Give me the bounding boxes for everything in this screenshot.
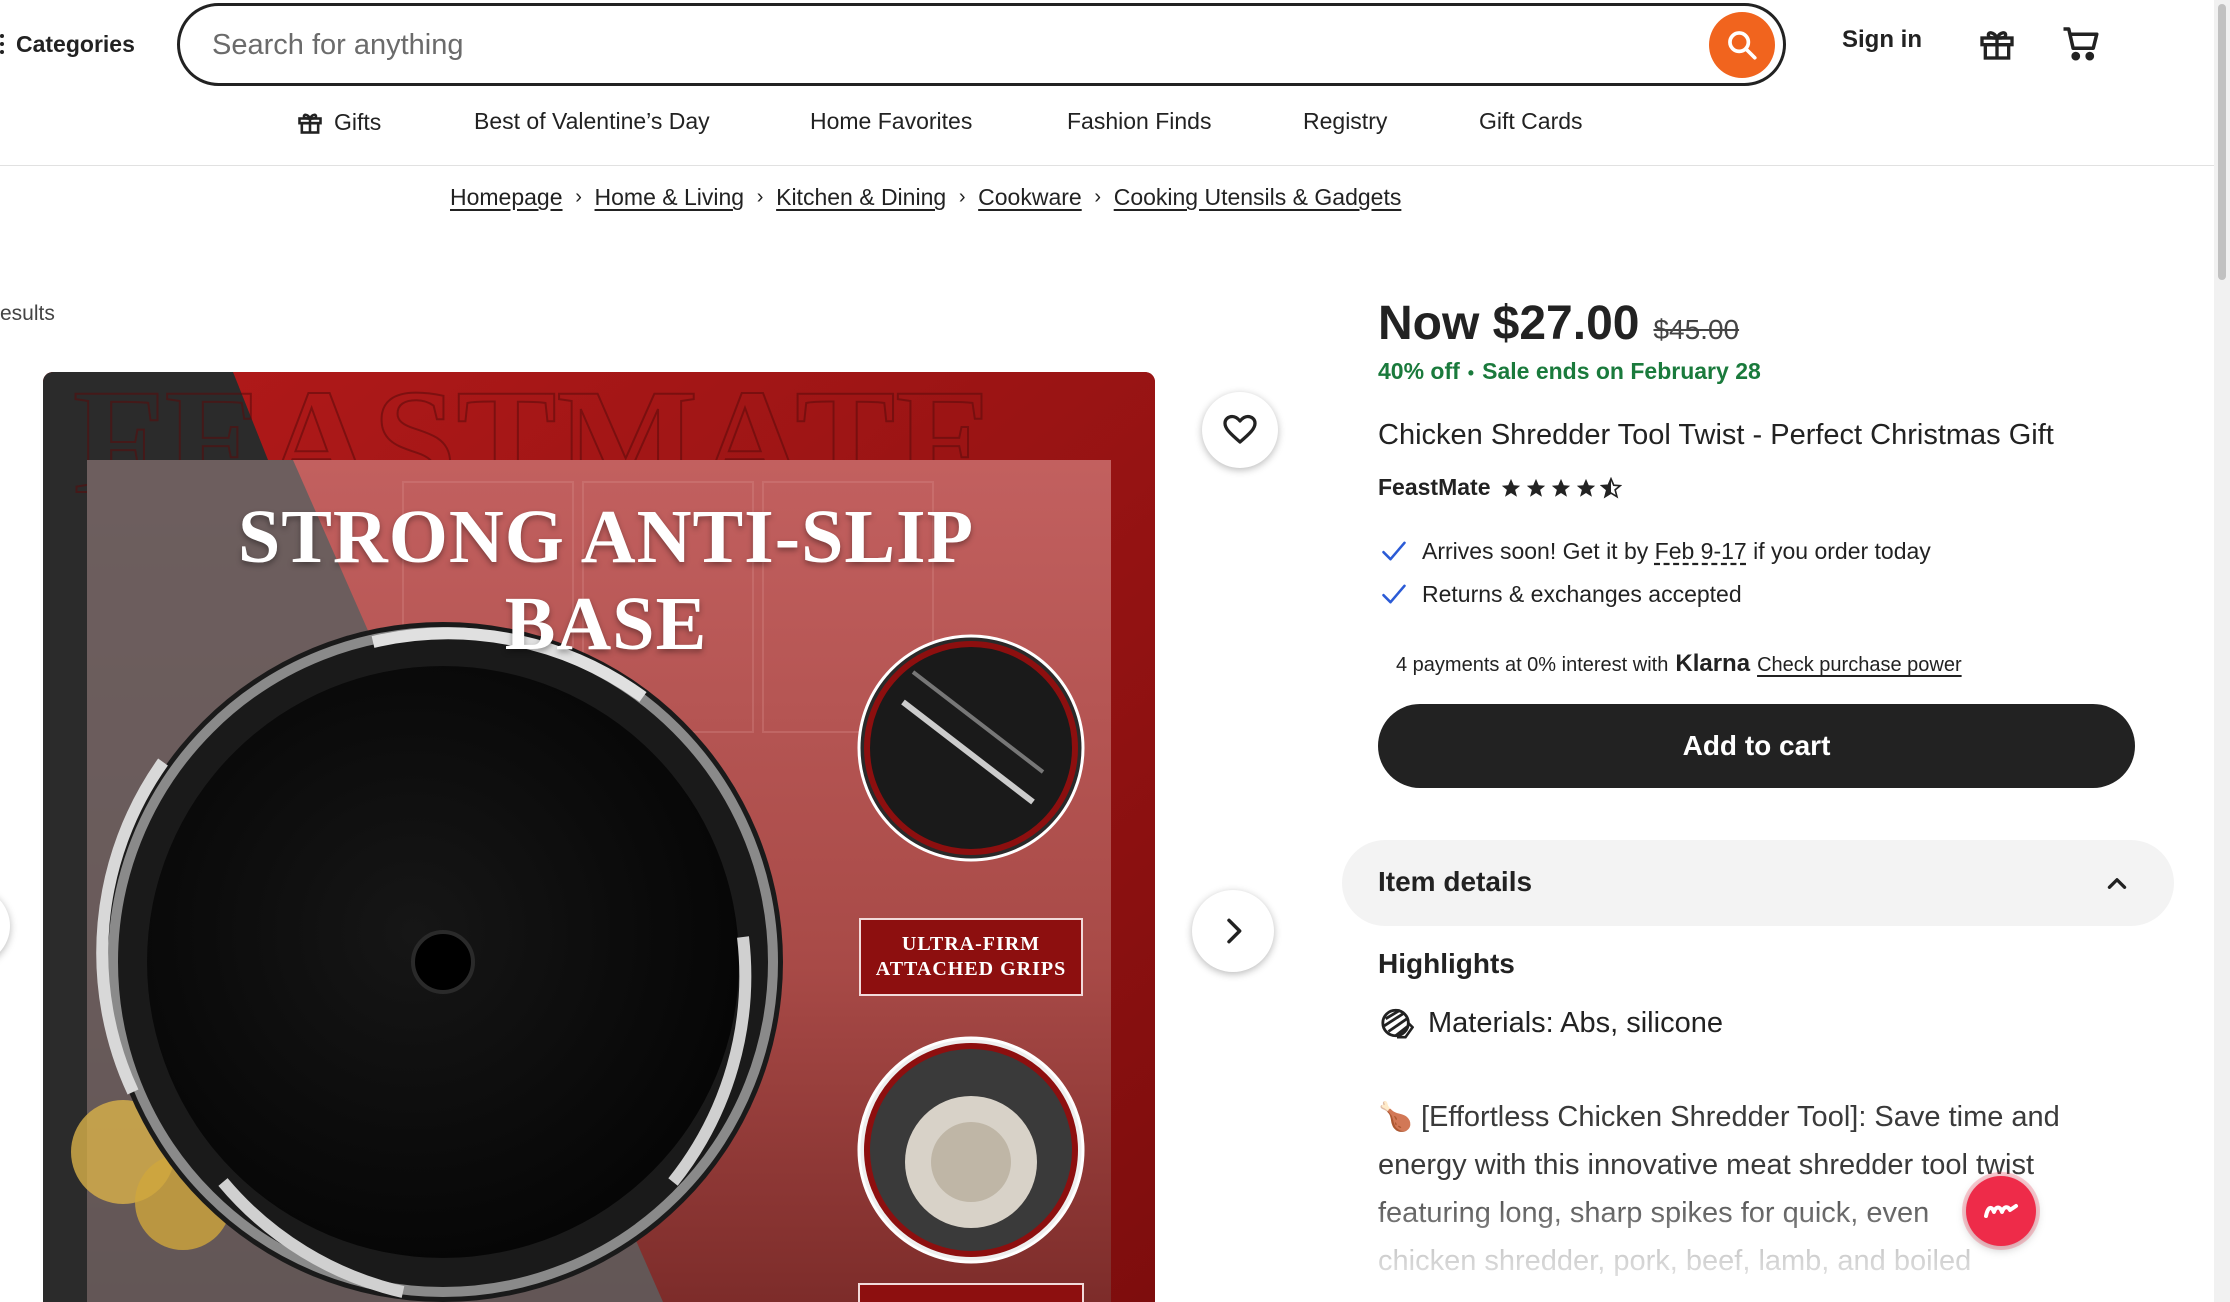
page-scrollbar[interactable]: [2214, 0, 2230, 1302]
nav-item-valentines[interactable]: Best of Valentine’s Day: [474, 108, 710, 135]
gift-icon: [298, 113, 322, 134]
star-icon: [1552, 478, 1571, 497]
add-to-cart-button[interactable]: Add to cart: [1378, 704, 2135, 788]
materials-text: Materials: Abs, silicone: [1428, 1006, 1723, 1039]
bullet-separator: •: [1467, 363, 1475, 383]
nav-item-label: Home Favorites: [810, 108, 973, 134]
check-purchase-power-link[interactable]: Check purchase power: [1757, 654, 1962, 677]
favorite-button[interactable]: [1202, 392, 1278, 468]
gift-button[interactable]: [1972, 18, 2022, 68]
search-button[interactable]: [1709, 12, 1775, 78]
breadcrumb-homepage[interactable]: Homepage: [450, 184, 563, 211]
header-divider: [0, 165, 2214, 166]
back-to-results-link[interactable]: esults: [0, 302, 55, 326]
chevron-right-icon: ›: [756, 186, 764, 208]
breadcrumb: Homepage › Home & Living › Kitchen & Din…: [450, 184, 1401, 211]
nav-item-label: Registry: [1303, 108, 1388, 134]
nav-item-gift-cards[interactable]: Gift Cards: [1479, 108, 1583, 135]
cart-icon: [2063, 27, 2099, 61]
discount-badge: 40% off: [1378, 358, 1460, 384]
highlights-heading: Highlights: [1378, 948, 1515, 979]
grip-label-line-1: ULTRA-FIRM: [901, 933, 1041, 955]
nav-item-label: Fashion Finds: [1067, 108, 1212, 134]
scrollbar-thumb[interactable]: [2218, 4, 2226, 280]
star-half-icon: [1600, 476, 1623, 498]
image-headline: STRONG ANTI-SLIP BASE: [237, 495, 975, 666]
product-description: 🍗 [Effortless Chicken Shredder Tool]: Sa…: [1378, 1093, 2158, 1285]
item-details-label: Item details: [1378, 866, 1533, 897]
chevron-right-icon: ›: [958, 186, 966, 208]
returns-info: Returns & exchanges accepted: [1380, 580, 1742, 608]
item-details-toggle[interactable]: Item details: [1342, 840, 2174, 926]
price-row: Now $27.00 $45.00: [1378, 296, 1739, 351]
grip-label-line-2: ATTACHED GRIPS: [875, 958, 1067, 980]
breadcrumb-cookware[interactable]: Cookware: [978, 184, 1082, 211]
description-line: chicken shredder, pork, beef, lamb, and …: [1378, 1245, 1972, 1277]
categories-label: Categories: [16, 30, 135, 57]
arrival-info: Arrives soon! Get it by Feb 9-17 if you …: [1380, 537, 1931, 565]
star-icon: [1502, 478, 1521, 497]
nav-item-registry[interactable]: Registry: [1303, 108, 1387, 135]
menu-icon: [0, 34, 4, 54]
nav-item-fashion-finds[interactable]: Fashion Finds: [1067, 108, 1211, 135]
heart-icon: [1223, 414, 1257, 444]
chevron-up-icon: [2107, 878, 2127, 889]
breadcrumb-kitchen-dining[interactable]: Kitchen & Dining: [776, 184, 946, 211]
star-icon: [1577, 478, 1596, 497]
cart-button[interactable]: [2056, 18, 2106, 68]
product-title: Chicken Shredder Tool Twist - Perfect Ch…: [1378, 419, 2054, 451]
star-icon: [1527, 478, 1546, 497]
search-bar: [177, 3, 1786, 86]
description-text: featuring long, sharp spikes for quick, …: [1378, 1197, 1930, 1229]
description-text: [Effortless Chicken Shredder Tool]: Save…: [1420, 1101, 2060, 1133]
description-line: energy with this innovative meat shredde…: [1378, 1149, 2035, 1181]
sign-in-link[interactable]: Sign in: [1842, 26, 1922, 54]
materials-row: Materials: Abs, silicone: [1380, 1006, 1723, 1040]
gift-icon: [1980, 31, 2014, 60]
next-image-button[interactable]: [1192, 890, 1274, 972]
arrival-suffix: if you order today: [1753, 537, 1931, 564]
klarna-logo: Klarna: [1675, 650, 1751, 677]
shop-row: FeastMate: [1378, 474, 1623, 501]
breadcrumb-home-living[interactable]: Home & Living: [595, 184, 745, 211]
categories-button[interactable]: Categories: [0, 26, 135, 62]
nav-item-label: Gifts: [334, 108, 382, 135]
search-icon: [1728, 31, 1757, 60]
search-input[interactable]: [212, 18, 1692, 73]
klarna-info: 4 payments at 0% interest with Klarna Ch…: [1396, 650, 1962, 678]
klarna-prefix: 4 payments at 0% interest with: [1396, 654, 1669, 676]
shop-name-link[interactable]: FeastMate: [1378, 474, 1490, 501]
image-grip-label: ULTRA-FIRM ATTACHED GRIPS: [859, 918, 1083, 996]
price-now: Now $27.00: [1378, 297, 1640, 350]
sale-ends-text: Sale ends on February 28: [1482, 358, 1761, 384]
nav-item-label: Best of Valentine’s Day: [474, 108, 710, 134]
chevron-right-icon: ›: [1094, 186, 1102, 208]
previous-image-button[interactable]: [0, 888, 10, 964]
breadcrumb-cooking-utensils[interactable]: Cooking Utensils & Gadgets: [1114, 184, 1402, 211]
arrival-dates[interactable]: Feb 9-17: [1655, 538, 1747, 564]
arrival-prefix: Arrives soon! Get it by: [1422, 537, 1649, 564]
chat-logo-icon: [1984, 1204, 2018, 1218]
rating-stars: [1500, 476, 1623, 499]
nav-item-home-favorites[interactable]: Home Favorites: [810, 108, 972, 135]
checkmark-icon: [1382, 541, 1406, 561]
returns-text: Returns & exchanges accepted: [1422, 580, 1742, 607]
checkmark-icon: [1382, 584, 1406, 604]
category-nav: Gifts Best of Valentine’s Day Home Favor…: [0, 100, 2230, 150]
sale-info: 40% off • Sale ends on February 28: [1378, 358, 1761, 385]
description-line: 🍗 [Effortless Chicken Shredder Tool]: Sa…: [1378, 1093, 2158, 1141]
chevron-right-icon: ›: [575, 186, 582, 208]
nav-item-label: Gift Cards: [1479, 108, 1583, 134]
chat-assistant-button[interactable]: [1966, 1176, 2036, 1246]
drumstick-icon: 🍗: [1378, 1101, 1413, 1132]
nav-item-gifts[interactable]: Gifts: [296, 108, 381, 136]
chevron-right-icon: [1227, 918, 1242, 944]
materials-icon: [1381, 1008, 1414, 1039]
product-image: FEASTMATE STRONG ANTI-SLIP BASE ULTRA-FI…: [43, 372, 1155, 1302]
price-original: $45.00: [1653, 314, 1740, 345]
description-line: featuring long, sharp spikes for quick, …: [1378, 1189, 2158, 1237]
top-header: Categories Sign in: [0, 0, 2230, 88]
